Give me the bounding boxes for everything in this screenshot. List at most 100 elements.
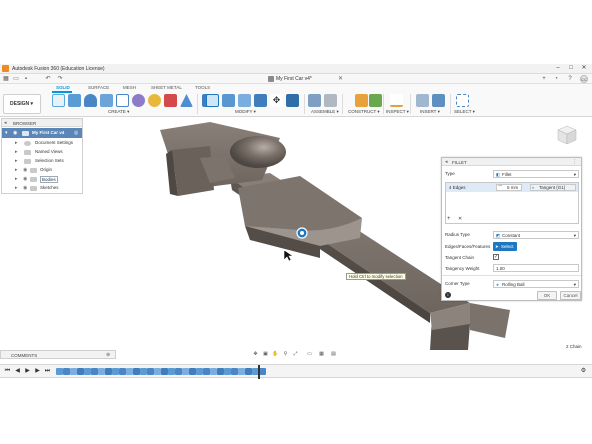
chamfer-icon[interactable] (222, 94, 235, 107)
eye-icon[interactable]: ◉ (23, 176, 27, 182)
timeline-feature-icon[interactable] (112, 368, 119, 375)
timeline-play-button[interactable]: ▶ (24, 368, 31, 375)
redo-icon[interactable]: ↷ (56, 75, 64, 83)
timeline-feature-icon[interactable] (126, 368, 133, 375)
tab-mesh[interactable]: MESH (123, 85, 136, 90)
insert-group[interactable]: INSERT ▾ (420, 109, 440, 115)
hole-icon[interactable] (164, 94, 177, 107)
collapse-icon[interactable]: ◂ (4, 120, 7, 126)
eye-icon[interactable]: ◉ (23, 185, 27, 191)
sweep-icon[interactable] (100, 94, 113, 107)
timeline-feature-icon[interactable] (196, 368, 203, 375)
thread-icon[interactable] (180, 94, 193, 107)
eye-icon[interactable]: ◉ (13, 130, 17, 136)
close-button[interactable]: ✕ (578, 65, 590, 72)
pan-icon[interactable]: ✋ (272, 351, 279, 358)
dialog-menu-icon[interactable]: ⋮ (572, 159, 577, 165)
timeline-feature-icon[interactable] (77, 368, 84, 375)
modify-group[interactable]: MODIFY ▾ (235, 109, 256, 115)
timeline-back-button[interactable]: ◀ (14, 368, 21, 375)
offset-plane-icon[interactable] (355, 94, 368, 107)
align-icon[interactable] (286, 94, 299, 107)
tangency-weight-input[interactable]: 1.00 (493, 264, 579, 272)
insert-image-icon[interactable] (432, 94, 445, 107)
tangent-chain-checkbox[interactable]: ✓ (493, 254, 499, 260)
notifications-icon[interactable]: ◔ (552, 75, 560, 83)
workspace-switcher[interactable]: DESIGN ▾ (3, 94, 41, 114)
revolve-icon[interactable] (84, 94, 97, 107)
timeline-feature-icon[interactable] (140, 368, 147, 375)
radius-input[interactable]: ⌒ 5 mm (496, 184, 522, 191)
timeline-feature-icon[interactable] (231, 368, 238, 375)
document-tab[interactable]: My First Car v4* ✕ (262, 74, 352, 84)
timeline-feature-icon[interactable] (182, 368, 189, 375)
timeline-feature-icon[interactable] (259, 368, 266, 375)
corner-type-select[interactable]: ◕ Rolling Ball ▾ (493, 280, 579, 288)
timeline-feature-icon[interactable] (91, 368, 98, 375)
insert-derive-icon[interactable] (416, 94, 429, 107)
select-edges-button[interactable]: ➤ Select (493, 242, 517, 251)
tab-sheet-metal[interactable]: SHEET METAL (151, 85, 182, 90)
timeline-feature-icon[interactable] (161, 368, 168, 375)
browser-item-sketches[interactable]: ▸ ◉ Sketches (2, 183, 82, 193)
file-icon[interactable]: ▭ (12, 75, 20, 83)
minimize-button[interactable]: – (552, 65, 564, 72)
timeline-feature-icon[interactable] (154, 368, 161, 375)
move-icon[interactable]: ✥ (270, 94, 283, 107)
remove-edge-set-button[interactable]: ✕ (458, 216, 462, 222)
timeline-feature-icon[interactable] (217, 368, 224, 375)
timeline-feature-icon[interactable] (238, 368, 245, 375)
chevron-right-icon[interactable]: ▸ (15, 167, 18, 173)
timeline-feature-icon[interactable] (224, 368, 231, 375)
add-edge-set-button[interactable]: + (447, 216, 451, 222)
grid-icon[interactable]: ▦ (2, 75, 10, 83)
loft-icon[interactable] (116, 94, 129, 107)
timeline-feature-icon[interactable] (70, 368, 77, 375)
timeline-feature-icon[interactable] (133, 368, 140, 375)
timeline-feature-icon[interactable] (56, 368, 63, 375)
close-tab-icon[interactable]: ✕ (338, 75, 343, 82)
cancel-button[interactable]: Cancel (560, 291, 581, 300)
add-tab-icon[interactable]: + (540, 75, 548, 83)
eye-icon[interactable]: ◉ (23, 167, 27, 173)
chevron-right-icon[interactable]: ▸ (15, 140, 18, 146)
timeline-feature-icon[interactable] (63, 368, 70, 375)
select-group[interactable]: SELECT ▾ (454, 109, 475, 115)
timeline-feature-icon[interactable] (105, 368, 112, 375)
continuity-select[interactable]: ◐ Tangent (G1) (530, 184, 576, 191)
rib-icon[interactable] (132, 94, 145, 107)
timeline-feature-icon[interactable] (119, 368, 126, 375)
timeline-feature-icon[interactable] (203, 368, 210, 375)
comments-panel[interactable]: COMMENTS ⊕ (0, 350, 116, 359)
timeline-feature-icon[interactable] (175, 368, 182, 375)
measure-icon[interactable] (390, 94, 403, 107)
maximize-button[interactable]: □ (565, 65, 577, 72)
collapse-icon[interactable]: ◂ (445, 159, 448, 165)
grid-settings-icon[interactable]: ▦ (318, 351, 325, 358)
timeline-feature-icon[interactable] (168, 368, 175, 375)
fillet-icon[interactable] (206, 94, 219, 107)
timeline-marker[interactable] (258, 365, 260, 379)
view-cube[interactable] (556, 124, 578, 146)
timeline-start-button[interactable]: ⏮ (4, 368, 11, 375)
chevron-right-icon[interactable]: ▸ (15, 149, 18, 155)
create-sketch-icon[interactable] (52, 94, 65, 107)
timeline-feature-icon[interactable] (210, 368, 217, 375)
browser-root-item[interactable]: ▾ ◉ My First Car v4 ◎ (2, 128, 82, 138)
chevron-down-icon[interactable]: ▾ (5, 130, 8, 136)
timeline-forward-button[interactable]: ▶ (34, 368, 41, 375)
chevron-right-icon[interactable]: ▸ (15, 185, 18, 191)
chevron-right-icon[interactable]: ▸ (15, 176, 18, 182)
help-icon[interactable]: ? (566, 75, 574, 83)
joint-icon[interactable] (324, 94, 337, 107)
activate-icon[interactable]: ◎ (74, 130, 78, 136)
undo-icon[interactable]: ↶ (44, 75, 52, 83)
edge-set-row[interactable]: 4 Edges ⌒ 5 mm ◐ Tangent (G1) (446, 183, 578, 192)
construct-group[interactable]: CONSTRUCT ▾ (348, 109, 380, 115)
timeline-feature-icon[interactable] (98, 368, 105, 375)
ok-button[interactable]: OK (537, 291, 557, 300)
tab-tools[interactable]: TOOLS (195, 85, 210, 90)
fit-icon[interactable]: ⤢ (292, 351, 299, 358)
save-icon[interactable]: ▪ (22, 75, 30, 83)
timeline-end-button[interactable]: ⏭ (44, 368, 51, 375)
